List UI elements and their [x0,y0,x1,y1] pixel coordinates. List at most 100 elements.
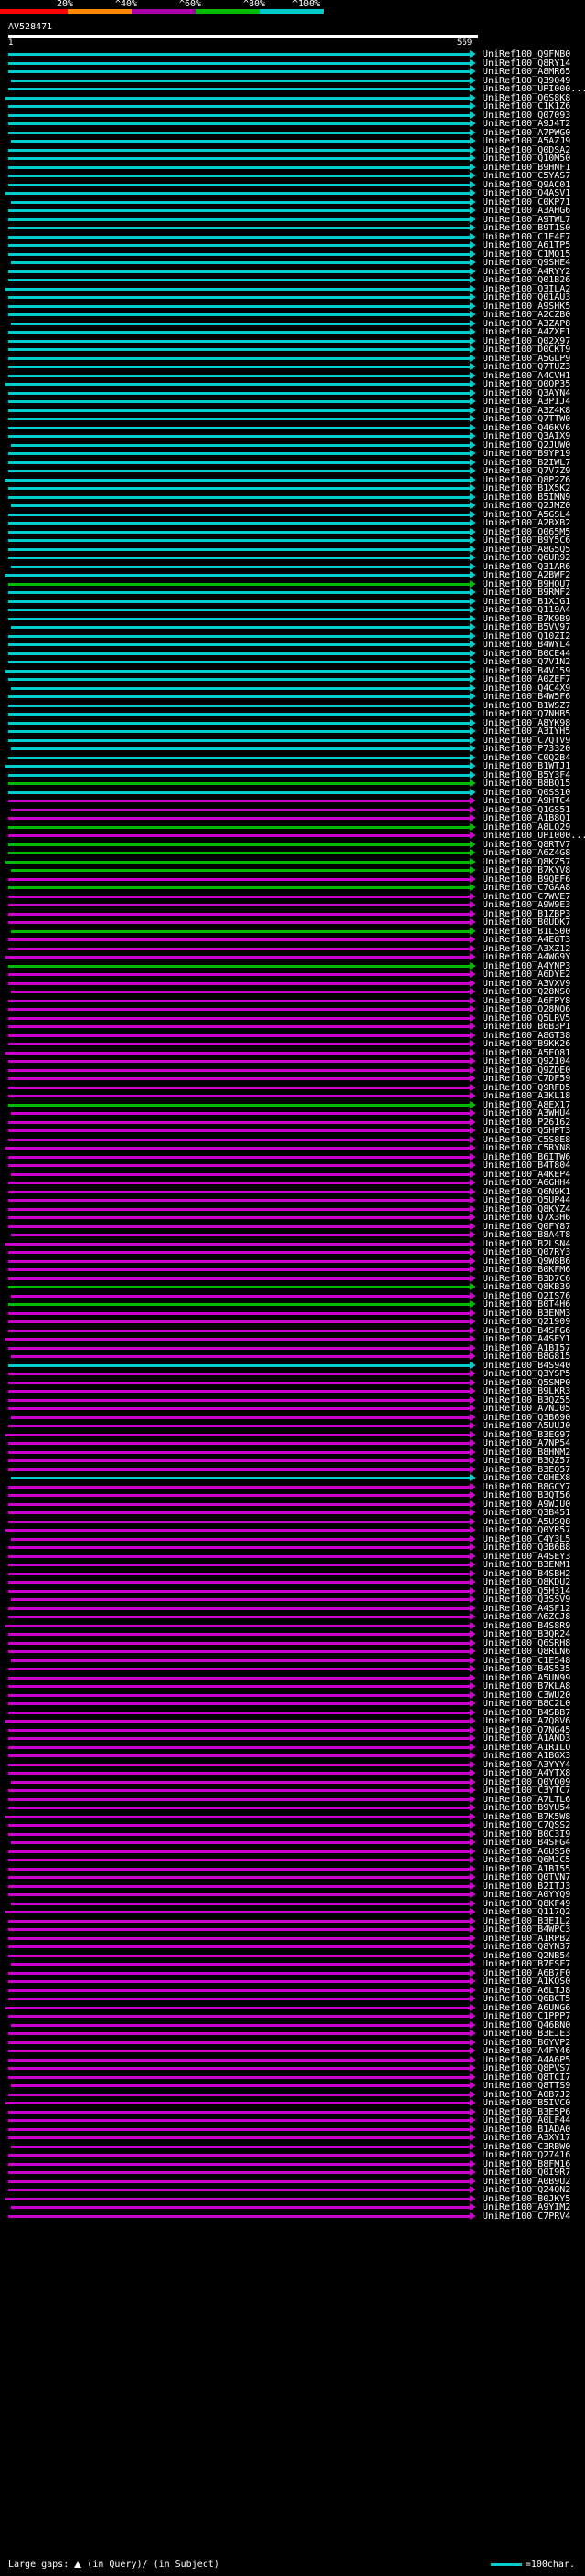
arrow-right-icon [470,1075,476,1082]
hit-link[interactable]: UniRef100_C7PRV4 [483,2211,570,2221]
arrow-right-icon [470,805,476,813]
alignment-bar [8,296,470,299]
alignment-bar [8,1685,470,1688]
arrow-right-icon [470,1083,476,1091]
arrow-right-icon [470,1752,476,1759]
arrow-right-icon [470,1977,476,1985]
arrow-right-icon [470,545,476,553]
arrow-right-icon [470,927,476,935]
triangle-icon [74,2560,82,2568]
arrow-right-icon [470,1161,476,1169]
legend-bar-green [196,9,260,14]
query-id: AV528471 [8,22,53,32]
alignment-bar [8,452,470,455]
arrow-right-icon [470,467,476,474]
alignment-bar [5,956,470,959]
arrow-right-icon [470,1691,476,1699]
arrow-right-icon [470,450,476,457]
ruler-end: 569 [457,38,473,48]
arrow-right-icon [470,1231,476,1238]
alignment-bar [8,1945,470,1948]
alignment-bar [8,999,470,1002]
alignment-bar [11,1780,470,1784]
arrow-right-icon [470,1500,476,1508]
arrow-right-icon [470,1517,476,1525]
arrow-right-icon [470,1595,476,1603]
arrow-right-icon [470,745,476,752]
arrow-right-icon [470,979,476,987]
arrow-right-icon [470,1248,476,1256]
arrow-right-icon [470,137,476,144]
alignment-bar [8,1702,470,1705]
arrow-right-icon [470,2030,476,2037]
arrow-right-icon [470,527,476,535]
alignment-bar [5,1051,470,1055]
arrow-right-icon [470,1204,476,1213]
alignment-bar [8,1363,470,1367]
alignment-bar [11,1537,470,1541]
alignment-bar [5,192,470,195]
arrow-right-icon [470,1005,476,1012]
arrow-right-icon [470,267,476,275]
arrow-right-icon [470,961,476,970]
arrow-right-icon [470,562,476,570]
alignment-bar [8,713,470,716]
arrow-right-icon [470,1422,476,1429]
arrow-right-icon [470,1491,476,1499]
arrow-right-icon [470,215,476,223]
arrow-right-icon [470,1474,476,1481]
hit-row: UniRef100_C7PRV4 [0,2211,585,2221]
alignment-bar [5,2006,470,2009]
arrow-right-icon [470,180,476,188]
alignment-bar [8,2032,470,2035]
arrow-right-icon [470,93,476,101]
arrow-right-icon [470,2055,476,2063]
arrow-right-icon [470,458,476,466]
legend-bar-purple [132,9,196,14]
alignment-bar [8,470,470,472]
alignment-bar [8,1954,470,1957]
alignment-bar [8,2075,470,2079]
alignment-bar [8,1277,470,1280]
arrow-right-icon [470,770,476,779]
alignment-bar [8,738,470,742]
alignment-bar [8,1928,470,1931]
arrow-right-icon [470,259,476,266]
alignment-bar [8,938,470,941]
arrow-right-icon [470,1777,476,1786]
alignment-bar [11,322,470,325]
arrow-right-icon [470,641,476,648]
arrow-right-icon [470,1708,476,1716]
alignment-bar [8,1120,470,1124]
arrow-right-icon [470,1856,476,1863]
arrow-right-icon [470,832,476,839]
arrow-right-icon [470,232,476,240]
arrow-right-icon [470,1951,476,1959]
arrow-right-icon [470,2186,476,2193]
arrow-right-icon [470,241,476,249]
alignment-bar [8,1511,470,1514]
alignment-bar [8,912,470,916]
arrow-right-icon [470,1187,476,1195]
arrow-right-icon [470,2099,476,2106]
alignment-bar [8,1502,470,1506]
alignment-bar [8,1207,470,1211]
arrow-right-icon [470,1795,476,1803]
footer: Large gaps: (in Query)/ (in Subject) =10… [8,2559,575,2571]
arrow-right-icon [470,1352,476,1360]
arrow-right-icon [470,415,476,422]
alignment-bar [8,1398,470,1402]
alignment-bar [5,96,470,100]
arrow-right-icon [470,779,476,787]
arrow-right-icon [470,398,476,405]
arrow-right-icon [470,197,476,206]
alignment-bar [5,2197,470,2200]
alignment-bar [8,773,470,777]
alignment-bar [8,418,470,420]
arrow-right-icon [470,1673,476,1681]
alignment-bar [8,904,470,906]
alignment-bar [8,895,470,898]
arrow-right-icon [470,1734,476,1742]
arrow-right-icon [470,2047,476,2054]
arrow-right-icon [470,736,476,744]
